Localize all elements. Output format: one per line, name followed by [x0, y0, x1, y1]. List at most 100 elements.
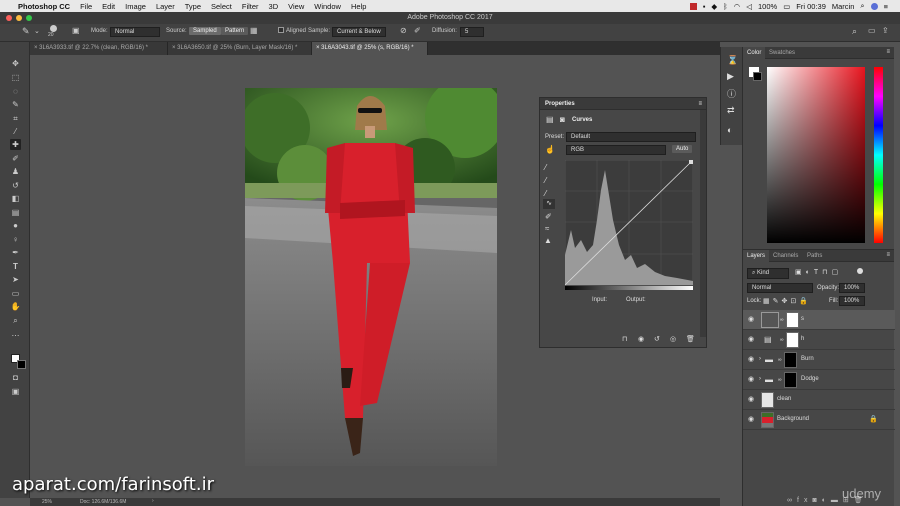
workspace-icon[interactable]: ▭	[868, 26, 876, 35]
info-panel-icon[interactable]: ⓘ	[727, 87, 736, 100]
layer-row[interactable]: ◉ › ▬ ∞ Dodge	[743, 370, 895, 390]
reset-icon[interactable]: ↺	[654, 335, 660, 343]
view-previous-icon[interactable]: ◉	[638, 335, 644, 343]
filter-toggle[interactable]	[857, 268, 863, 274]
clock[interactable]: Fri 00:39	[796, 2, 826, 11]
hue-slider[interactable]	[874, 67, 883, 243]
layer-mask-thumbnail[interactable]	[784, 352, 797, 368]
layer-mask-thumbnail[interactable]	[784, 372, 797, 388]
menu-app-name[interactable]: Photoshop CC	[18, 2, 70, 11]
black-point-eyedropper-icon[interactable]: ⁄	[545, 163, 546, 172]
curve-point-white[interactable]	[689, 160, 693, 164]
menu-select[interactable]: Select	[211, 2, 232, 11]
pen-tool-icon[interactable]: ✒	[10, 247, 21, 258]
fill-field[interactable]: 100%	[839, 296, 865, 306]
adjustment-icon[interactable]: ▤	[546, 115, 554, 124]
document-canvas[interactable]	[245, 88, 497, 466]
move-tool-icon[interactable]: ✥	[10, 58, 21, 69]
quick-select-tool-icon[interactable]: ✎	[10, 99, 21, 110]
menu-file[interactable]: File	[80, 2, 92, 11]
more-tools-icon[interactable]: ⋯	[10, 330, 21, 341]
menu-type[interactable]: Type	[185, 2, 201, 11]
properties-title[interactable]: Properties	[545, 101, 575, 107]
panel-menu-icon[interactable]: ≡	[886, 252, 890, 258]
zoom-level[interactable]: 25%	[42, 499, 52, 505]
curve-points-icon[interactable]: ∿	[543, 199, 555, 209]
doc-info[interactable]: Doc: 126.6M/136.6M	[80, 499, 126, 505]
eyedropper-tool-icon[interactable]: ⁄	[10, 126, 21, 137]
delete-icon[interactable]: 🗑	[686, 335, 695, 343]
pattern-swatch-icon[interactable]: ▦	[250, 26, 258, 35]
menu-help[interactable]: Help	[351, 2, 366, 11]
healing-brush-tool-icon[interactable]: ✚	[10, 139, 21, 150]
siri-icon[interactable]	[870, 2, 878, 10]
tab-channels[interactable]: Channels	[769, 250, 802, 262]
background-swatch[interactable]	[753, 72, 762, 81]
gradient-tool-icon[interactable]: ▤	[10, 207, 21, 218]
blend-mode-select[interactable]: Normal	[747, 283, 813, 293]
eye-icon[interactable]: ◉	[748, 336, 756, 343]
target-adjust-icon[interactable]: ☝	[545, 145, 555, 154]
type-tool-icon[interactable]: T	[10, 261, 21, 272]
wifi-icon[interactable]: ◠	[734, 2, 741, 11]
path-select-tool-icon[interactable]: ➤	[10, 274, 21, 285]
smooth-icon[interactable]: ≈	[545, 224, 549, 233]
screen-mode-icon[interactable]: ▣	[10, 386, 21, 397]
menu-window[interactable]: Window	[314, 2, 341, 11]
layer-mask-thumbnail[interactable]	[786, 312, 799, 328]
notifications-icon[interactable]: ≡	[884, 2, 888, 11]
link-icon[interactable]: ∞	[778, 377, 782, 383]
status-square-icon[interactable]: ▪	[703, 2, 706, 11]
tab-color[interactable]: Color	[743, 47, 766, 59]
adjustments-panel-icon[interactable]: ⇄	[727, 105, 735, 116]
white-point-eyedropper-icon[interactable]: ⁄	[545, 189, 546, 198]
filter-kind-select[interactable]: ⌕ Kind	[747, 268, 789, 279]
sampled-button[interactable]: Sampled	[189, 27, 221, 35]
clone-stamp-tool-icon[interactable]: ♟	[10, 166, 21, 177]
filter-icons[interactable]: ▣◐T⊓▢	[795, 268, 842, 276]
zoom-tool-icon[interactable]: ⌕	[10, 315, 21, 326]
bluetooth-icon[interactable]: ᛒ	[723, 2, 728, 11]
add-mask-icon[interactable]: ◙	[812, 497, 821, 504]
menu-view[interactable]: View	[288, 2, 304, 11]
history-brush-tool-icon[interactable]: ↺	[10, 180, 21, 191]
brush-picker[interactable]: 20	[48, 25, 57, 38]
document-tab[interactable]: × 3L6A3650.tif @ 25% (Burn, Layer Mask/1…	[168, 42, 312, 55]
rectangle-tool-icon[interactable]: ▭	[10, 288, 21, 299]
crop-tool-icon[interactable]: ⌗	[10, 113, 21, 124]
brush-tool-icon[interactable]: ✐	[10, 153, 21, 164]
layer-mask-thumbnail[interactable]	[786, 332, 799, 348]
mode-select[interactable]: Normal	[110, 27, 160, 37]
quick-mask-icon[interactable]: ◘	[10, 372, 21, 383]
diffusion-select[interactable]: 5	[460, 27, 484, 37]
auto-button[interactable]: Auto	[672, 145, 693, 153]
visibility-icon[interactable]: ◎	[670, 335, 676, 343]
menu-filter[interactable]: Filter	[242, 2, 259, 11]
eye-icon[interactable]: ◉	[748, 416, 756, 423]
new-adjustment-icon[interactable]: ◐	[822, 497, 831, 504]
status-red-icon[interactable]	[689, 2, 697, 10]
color-field[interactable]	[767, 67, 865, 243]
lasso-tool-icon[interactable]: ◌	[10, 86, 21, 97]
layer-row[interactable]: ◉ ▤ ∞ h	[743, 330, 895, 350]
gray-point-eyedropper-icon[interactable]: ⁄	[545, 176, 546, 185]
brush-settings-icon[interactable]: ▣	[72, 26, 80, 35]
clip-to-layer-icon[interactable]: ⊓	[622, 335, 627, 343]
tab-swatches[interactable]: Swatches	[765, 47, 799, 59]
history-panel-icon[interactable]: ⌛	[727, 55, 738, 66]
preset-dropdown-icon[interactable]: ⌄	[34, 27, 40, 35]
pattern-button[interactable]: Pattern	[221, 27, 249, 35]
mask-icon[interactable]: ◙	[560, 115, 565, 124]
layer-thumbnail[interactable]	[761, 392, 774, 408]
pencil-icon[interactable]: ✐	[545, 212, 552, 221]
layer-row[interactable]: ◉ clean	[743, 390, 895, 410]
menu-layer[interactable]: Layer	[156, 2, 175, 11]
blur-tool-icon[interactable]: ●	[10, 220, 21, 231]
search-icon[interactable]: ⌕	[860, 1, 864, 11]
actions-panel-icon[interactable]: ▶	[727, 71, 734, 82]
eye-icon[interactable]: ◉	[748, 396, 756, 403]
curves-graph[interactable]	[565, 160, 693, 290]
styles-panel-icon[interactable]: ◐	[727, 125, 732, 135]
clipping-warning-icon[interactable]: ▲	[544, 236, 552, 245]
menu-3d[interactable]: 3D	[269, 2, 279, 11]
